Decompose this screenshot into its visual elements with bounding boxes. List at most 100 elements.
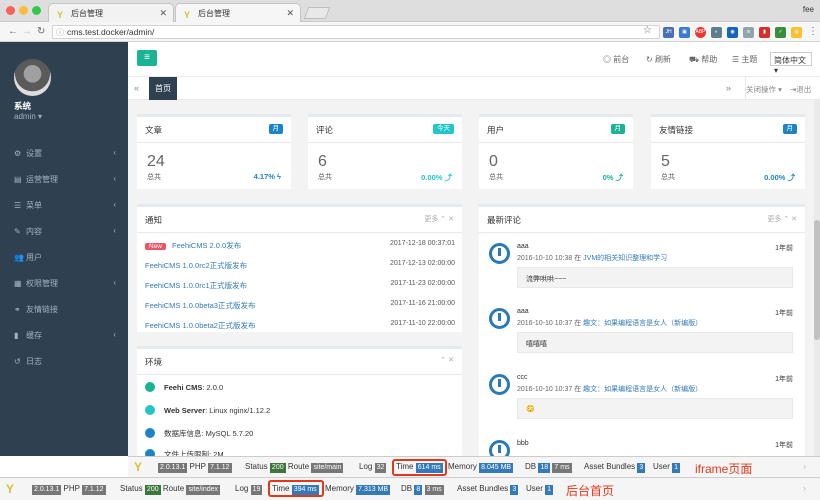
collapse-icon[interactable]: ⌃ (440, 357, 446, 364)
page-info-icon[interactable]: ⓘ (56, 27, 64, 38)
sidebar-item-users[interactable]: 👥用户 (0, 244, 128, 270)
close-icon[interactable]: ✕ (791, 216, 797, 223)
yii-version[interactable]: 2.0.13.1 (158, 463, 187, 473)
browser-tab-1[interactable]: Y后台管理 ✕ (48, 3, 174, 22)
adblock-icon[interactable]: ABP (695, 27, 706, 38)
article-link[interactable]: JVM的相关知识整理和学习 (583, 255, 667, 262)
extension-icon[interactable]: ▮ (759, 27, 770, 38)
sidebar-item-operations[interactable]: ▤运营管理‹ (0, 166, 128, 192)
extension-icon[interactable]: ◉ (727, 27, 738, 38)
sidebar-item-menu[interactable]: ☰菜单‹ (0, 192, 128, 218)
close-icon[interactable]: ✕ (448, 216, 454, 223)
php-version[interactable]: 7.1.12 (82, 485, 105, 495)
nav-refresh[interactable]: ↻ 刷新 (646, 54, 671, 65)
extension-icon[interactable]: ✓ (775, 27, 786, 38)
article-link[interactable]: 趣文：如果编程语言是女人（新编版） (583, 320, 702, 327)
language-value: 简体中文 (774, 56, 806, 65)
assets-count[interactable]: 3 (637, 463, 645, 473)
list-item[interactable]: FeehiCMS 1.0.0beta2正式版发布2017-11-10 22:00… (145, 320, 455, 331)
tab-home[interactable]: 首页 (149, 77, 177, 100)
notice-link[interactable]: FeehiCMS 1.0.0beta2正式版发布 (145, 321, 255, 330)
stat-percent: 0.00% ⤴ (764, 172, 795, 183)
sidebar-user-role[interactable]: admin ▾ (14, 112, 42, 121)
db-count[interactable]: 18 (538, 463, 550, 473)
sidebar-item-permissions[interactable]: ▦权限管理‹ (0, 270, 128, 296)
assets-count[interactable]: 3 (510, 485, 518, 495)
log-count[interactable]: 19 (251, 485, 263, 495)
address-bar[interactable]: ⓘ cms.test.docker/admin/ (52, 25, 660, 39)
env-value: : Linux nginx/1.12.2 (205, 406, 270, 415)
sidebar-item-links[interactable]: ⚭友情链接 (0, 296, 128, 322)
list-item[interactable]: FeehiCMS 1.0.0beta3正式版发布2017-11-16 21:00… (145, 300, 455, 311)
status-code[interactable]: 200 (145, 485, 161, 495)
status-dot (145, 382, 155, 392)
close-window-icon[interactable] (6, 6, 15, 15)
yii-logo-icon[interactable]: Y (6, 482, 20, 496)
sidebar-item-label: 菜单 (26, 201, 42, 210)
bookmark-star-icon[interactable]: ☆ (643, 25, 652, 36)
sidebar-item-label: 内容 (26, 227, 42, 236)
notice-link[interactable]: FeehiCMS 1.0.0rc1正式版发布 (145, 281, 247, 290)
collapse-icon[interactable]: ⌃ (440, 216, 446, 223)
forward-icon[interactable]: → (22, 26, 32, 37)
minimize-window-icon[interactable] (19, 6, 28, 15)
close-tab-icon[interactable]: ✕ (286, 8, 294, 19)
more-link[interactable]: 更多 (767, 216, 781, 223)
back-icon[interactable]: ← (8, 26, 18, 37)
article-link[interactable]: 趣文：如果编程语言是女人（新编版） (583, 386, 702, 393)
extension-icon[interactable]: JH (663, 27, 674, 38)
memory-value[interactable]: 8.045 MB (479, 463, 513, 473)
yii-logo-icon[interactable]: Y (134, 460, 148, 474)
nav-frontend[interactable]: ◎ 前台 (603, 54, 629, 65)
cart-icon: ⛟ (689, 55, 701, 64)
browser-tab-2[interactable]: Y后台管理 ✕ (175, 3, 301, 22)
sidebar-item-settings[interactable]: ⚙设置‹ (0, 140, 128, 166)
scroll-right-icon[interactable]: » (726, 83, 731, 93)
sidebar-item-cache[interactable]: ▮缓存‹ (0, 322, 128, 348)
chevron-right-icon[interactable]: › (803, 483, 806, 493)
notice-link[interactable]: FeehiCMS 2.0.0发布 (172, 241, 241, 250)
extension-icon[interactable]: ≋ (743, 27, 754, 38)
route-value[interactable]: site/index (186, 485, 220, 495)
user-value[interactable]: 1 (545, 485, 553, 495)
notice-link[interactable]: FeehiCMS 1.0.0beta3正式版发布 (145, 301, 255, 310)
maximize-window-icon[interactable] (32, 6, 41, 15)
db-time[interactable]: 3 ms (425, 485, 444, 495)
logout-link[interactable]: ⇥退出 (790, 84, 811, 95)
browser-menu-icon[interactable]: ⋮ (808, 26, 818, 37)
db-count[interactable]: 8 (414, 485, 422, 495)
toggle-sidebar-button[interactable]: ≡ (137, 50, 157, 66)
yii-version[interactable]: 2.0.13.1 (32, 485, 61, 495)
log-count[interactable]: 32 (375, 463, 387, 473)
annotation-label: iframe页面 (695, 460, 752, 477)
sidebar-item-log[interactable]: ↺日志 (0, 348, 128, 374)
scrollbar[interactable] (814, 100, 820, 456)
new-tab-button[interactable] (304, 7, 330, 19)
list-item[interactable]: FeehiCMS 1.0.0rc1正式版发布2017-11-23 02:00:0… (145, 280, 455, 291)
sidebar-item-content[interactable]: ✎内容‹ (0, 218, 128, 244)
collapse-icon[interactable]: ⌃ (783, 216, 789, 223)
close-tab-icon[interactable]: ✕ (159, 8, 167, 19)
status-code[interactable]: 200 (270, 463, 286, 473)
browser-profile[interactable]: fee (803, 5, 814, 14)
extension-icon[interactable]: ◍ (791, 27, 802, 38)
memory-value[interactable]: 7.313 MB (356, 485, 390, 495)
nav-theme[interactable]: ☰ 主题 (732, 54, 757, 65)
db-time[interactable]: 7 ms (552, 463, 571, 473)
extension-icon[interactable]: ▣ (679, 27, 690, 38)
php-version[interactable]: 7.1.12 (208, 463, 231, 473)
reload-icon[interactable]: ↻ (37, 26, 45, 37)
close-operations-dropdown[interactable]: 关闭操作 ▾ (746, 84, 782, 95)
close-icon[interactable]: ✕ (448, 357, 454, 364)
route-value[interactable]: site/main (311, 463, 343, 473)
list-item[interactable]: NewFeehiCMS 2.0.0发布2017-12-18 00:37:01 (145, 240, 455, 251)
notice-link[interactable]: FeehiCMS 1.0.0rc2正式版发布 (145, 261, 247, 270)
nav-help[interactable]: ⛟ 帮助 (689, 54, 717, 65)
extension-icon[interactable]: ◐ (711, 27, 722, 38)
user-value[interactable]: 1 (672, 463, 680, 473)
chevron-right-icon[interactable]: › (803, 461, 806, 471)
more-link[interactable]: 更多 (424, 216, 438, 223)
scroll-left-icon[interactable]: « (134, 83, 139, 93)
language-select[interactable]: 简体中文 ▾ (770, 52, 812, 66)
list-item[interactable]: FeehiCMS 1.0.0rc2正式版发布2017-12-13 02:00:0… (145, 260, 455, 271)
